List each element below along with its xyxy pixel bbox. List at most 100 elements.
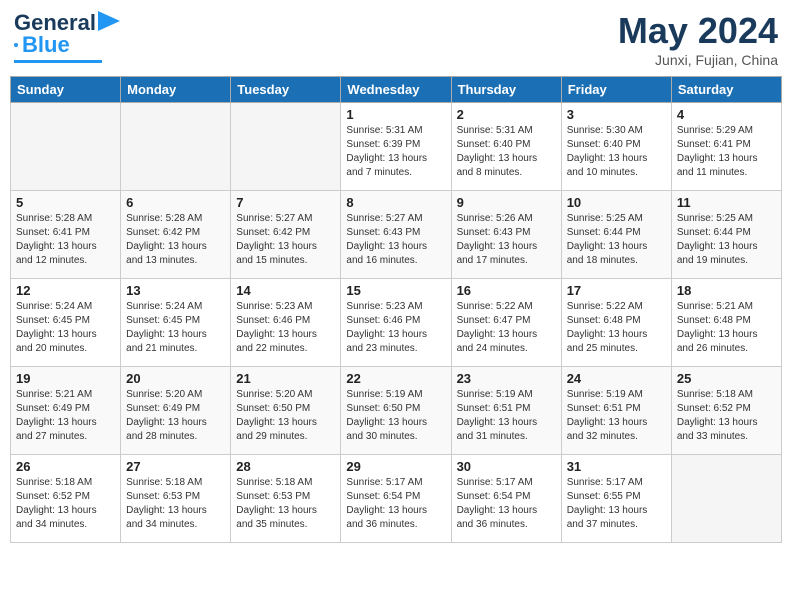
day-number: 1 xyxy=(346,107,445,122)
day-info: Sunrise: 5:19 AM Sunset: 6:50 PM Dayligh… xyxy=(346,388,445,444)
day-number: 27 xyxy=(126,459,225,474)
day-info: Sunrise: 5:22 AM Sunset: 6:48 PM Dayligh… xyxy=(567,300,666,356)
day-number: 23 xyxy=(457,371,556,386)
day-info: Sunrise: 5:20 AM Sunset: 6:50 PM Dayligh… xyxy=(236,388,335,444)
calendar-day-cell: 2 Sunrise: 5:31 AM Sunset: 6:40 PM Dayli… xyxy=(451,103,561,191)
day-number: 6 xyxy=(126,195,225,210)
calendar-day-cell: 15 Sunrise: 5:23 AM Sunset: 6:46 PM Dayl… xyxy=(341,279,451,367)
day-of-week-header: Tuesday xyxy=(231,77,341,103)
day-number: 5 xyxy=(16,195,115,210)
day-number: 4 xyxy=(677,107,776,122)
day-of-week-header: Sunday xyxy=(11,77,121,103)
logo-underline xyxy=(14,60,102,63)
calendar-day-cell: 18 Sunrise: 5:21 AM Sunset: 6:48 PM Dayl… xyxy=(671,279,781,367)
day-info: Sunrise: 5:25 AM Sunset: 6:44 PM Dayligh… xyxy=(567,212,666,268)
day-of-week-header: Thursday xyxy=(451,77,561,103)
day-info: Sunrise: 5:17 AM Sunset: 6:54 PM Dayligh… xyxy=(346,476,445,532)
calendar-day-cell: 19 Sunrise: 5:21 AM Sunset: 6:49 PM Dayl… xyxy=(11,367,121,455)
day-number: 22 xyxy=(346,371,445,386)
day-number: 3 xyxy=(567,107,666,122)
day-number: 31 xyxy=(567,459,666,474)
calendar-day-cell: 11 Sunrise: 5:25 AM Sunset: 6:44 PM Dayl… xyxy=(671,191,781,279)
day-info: Sunrise: 5:27 AM Sunset: 6:42 PM Dayligh… xyxy=(236,212,335,268)
calendar-day-cell xyxy=(231,103,341,191)
month-title: May 2024 xyxy=(618,10,778,52)
calendar-header-row: SundayMondayTuesdayWednesdayThursdayFrid… xyxy=(11,77,782,103)
day-info: Sunrise: 5:18 AM Sunset: 6:53 PM Dayligh… xyxy=(126,476,225,532)
day-info: Sunrise: 5:18 AM Sunset: 6:52 PM Dayligh… xyxy=(16,476,115,532)
calendar-day-cell: 26 Sunrise: 5:18 AM Sunset: 6:52 PM Dayl… xyxy=(11,455,121,543)
calendar-day-cell: 20 Sunrise: 5:20 AM Sunset: 6:49 PM Dayl… xyxy=(121,367,231,455)
calendar-day-cell: 27 Sunrise: 5:18 AM Sunset: 6:53 PM Dayl… xyxy=(121,455,231,543)
calendar-day-cell: 13 Sunrise: 5:24 AM Sunset: 6:45 PM Dayl… xyxy=(121,279,231,367)
day-number: 15 xyxy=(346,283,445,298)
calendar-day-cell: 30 Sunrise: 5:17 AM Sunset: 6:54 PM Dayl… xyxy=(451,455,561,543)
day-number: 28 xyxy=(236,459,335,474)
calendar-day-cell: 7 Sunrise: 5:27 AM Sunset: 6:42 PM Dayli… xyxy=(231,191,341,279)
day-number: 24 xyxy=(567,371,666,386)
calendar-week-row: 19 Sunrise: 5:21 AM Sunset: 6:49 PM Dayl… xyxy=(11,367,782,455)
day-info: Sunrise: 5:31 AM Sunset: 6:40 PM Dayligh… xyxy=(457,124,556,180)
calendar-day-cell: 28 Sunrise: 5:18 AM Sunset: 6:53 PM Dayl… xyxy=(231,455,341,543)
calendar-week-row: 1 Sunrise: 5:31 AM Sunset: 6:39 PM Dayli… xyxy=(11,103,782,191)
day-info: Sunrise: 5:21 AM Sunset: 6:48 PM Dayligh… xyxy=(677,300,776,356)
day-number: 18 xyxy=(677,283,776,298)
day-info: Sunrise: 5:18 AM Sunset: 6:52 PM Dayligh… xyxy=(677,388,776,444)
day-number: 19 xyxy=(16,371,115,386)
day-number: 25 xyxy=(677,371,776,386)
day-info: Sunrise: 5:20 AM Sunset: 6:49 PM Dayligh… xyxy=(126,388,225,444)
logo-blue: Blue xyxy=(22,32,70,58)
day-info: Sunrise: 5:22 AM Sunset: 6:47 PM Dayligh… xyxy=(457,300,556,356)
calendar-day-cell: 5 Sunrise: 5:28 AM Sunset: 6:41 PM Dayli… xyxy=(11,191,121,279)
day-number: 10 xyxy=(567,195,666,210)
day-info: Sunrise: 5:27 AM Sunset: 6:43 PM Dayligh… xyxy=(346,212,445,268)
page-header: General Blue May 2024 Junxi, Fujian, Chi… xyxy=(10,10,782,68)
calendar-day-cell: 10 Sunrise: 5:25 AM Sunset: 6:44 PM Dayl… xyxy=(561,191,671,279)
calendar-day-cell: 4 Sunrise: 5:29 AM Sunset: 6:41 PM Dayli… xyxy=(671,103,781,191)
day-info: Sunrise: 5:28 AM Sunset: 6:41 PM Dayligh… xyxy=(16,212,115,268)
logo-arrow-icon xyxy=(98,11,120,31)
calendar-day-cell: 3 Sunrise: 5:30 AM Sunset: 6:40 PM Dayli… xyxy=(561,103,671,191)
calendar-week-row: 5 Sunrise: 5:28 AM Sunset: 6:41 PM Dayli… xyxy=(11,191,782,279)
day-number: 29 xyxy=(346,459,445,474)
calendar-body: 1 Sunrise: 5:31 AM Sunset: 6:39 PM Dayli… xyxy=(11,103,782,543)
day-info: Sunrise: 5:31 AM Sunset: 6:39 PM Dayligh… xyxy=(346,124,445,180)
day-info: Sunrise: 5:29 AM Sunset: 6:41 PM Dayligh… xyxy=(677,124,776,180)
day-number: 30 xyxy=(457,459,556,474)
day-number: 20 xyxy=(126,371,225,386)
calendar-day-cell xyxy=(11,103,121,191)
calendar-day-cell: 8 Sunrise: 5:27 AM Sunset: 6:43 PM Dayli… xyxy=(341,191,451,279)
day-number: 11 xyxy=(677,195,776,210)
day-info: Sunrise: 5:24 AM Sunset: 6:45 PM Dayligh… xyxy=(126,300,225,356)
day-info: Sunrise: 5:19 AM Sunset: 6:51 PM Dayligh… xyxy=(567,388,666,444)
day-of-week-header: Wednesday xyxy=(341,77,451,103)
calendar-day-cell: 9 Sunrise: 5:26 AM Sunset: 6:43 PM Dayli… xyxy=(451,191,561,279)
calendar-week-row: 12 Sunrise: 5:24 AM Sunset: 6:45 PM Dayl… xyxy=(11,279,782,367)
day-number: 17 xyxy=(567,283,666,298)
calendar-day-cell: 6 Sunrise: 5:28 AM Sunset: 6:42 PM Dayli… xyxy=(121,191,231,279)
calendar-day-cell: 16 Sunrise: 5:22 AM Sunset: 6:47 PM Dayl… xyxy=(451,279,561,367)
day-number: 14 xyxy=(236,283,335,298)
day-number: 7 xyxy=(236,195,335,210)
calendar-day-cell: 12 Sunrise: 5:24 AM Sunset: 6:45 PM Dayl… xyxy=(11,279,121,367)
day-info: Sunrise: 5:18 AM Sunset: 6:53 PM Dayligh… xyxy=(236,476,335,532)
day-info: Sunrise: 5:19 AM Sunset: 6:51 PM Dayligh… xyxy=(457,388,556,444)
day-number: 12 xyxy=(16,283,115,298)
day-info: Sunrise: 5:23 AM Sunset: 6:46 PM Dayligh… xyxy=(236,300,335,356)
day-info: Sunrise: 5:25 AM Sunset: 6:44 PM Dayligh… xyxy=(677,212,776,268)
day-info: Sunrise: 5:28 AM Sunset: 6:42 PM Dayligh… xyxy=(126,212,225,268)
calendar-day-cell xyxy=(121,103,231,191)
day-info: Sunrise: 5:24 AM Sunset: 6:45 PM Dayligh… xyxy=(16,300,115,356)
calendar-table: SundayMondayTuesdayWednesdayThursdayFrid… xyxy=(10,76,782,543)
day-info: Sunrise: 5:26 AM Sunset: 6:43 PM Dayligh… xyxy=(457,212,556,268)
calendar-day-cell: 21 Sunrise: 5:20 AM Sunset: 6:50 PM Dayl… xyxy=(231,367,341,455)
day-number: 13 xyxy=(126,283,225,298)
calendar-day-cell: 29 Sunrise: 5:17 AM Sunset: 6:54 PM Dayl… xyxy=(341,455,451,543)
day-info: Sunrise: 5:17 AM Sunset: 6:54 PM Dayligh… xyxy=(457,476,556,532)
day-info: Sunrise: 5:17 AM Sunset: 6:55 PM Dayligh… xyxy=(567,476,666,532)
calendar-day-cell: 25 Sunrise: 5:18 AM Sunset: 6:52 PM Dayl… xyxy=(671,367,781,455)
location: Junxi, Fujian, China xyxy=(618,52,778,68)
calendar-day-cell: 14 Sunrise: 5:23 AM Sunset: 6:46 PM Dayl… xyxy=(231,279,341,367)
day-info: Sunrise: 5:21 AM Sunset: 6:49 PM Dayligh… xyxy=(16,388,115,444)
day-of-week-header: Friday xyxy=(561,77,671,103)
